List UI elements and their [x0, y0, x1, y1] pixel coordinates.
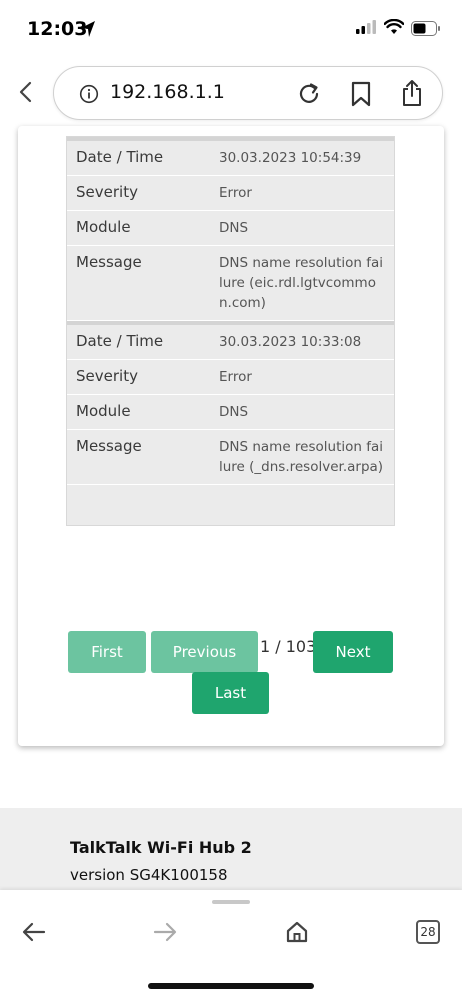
event-log-table: Date / Time 30.03.2023 10:54:39 Severity… — [66, 136, 395, 526]
log-value: 30.03.2023 10:54:39 — [219, 150, 362, 166]
log-value: DNS — [219, 220, 249, 236]
log-key: Date / Time — [76, 332, 164, 350]
log-card: Date / Time 30.03.2023 10:54:39 Severity… — [18, 126, 444, 746]
log-value: Error — [219, 185, 252, 201]
status-bar: 12:03 — [0, 0, 462, 60]
log-row-module: Module DNS — [67, 211, 394, 246]
previous-page-button[interactable]: Previous — [151, 631, 258, 673]
log-key: Date / Time — [76, 148, 164, 166]
log-row-datetime: Date / Time 30.03.2023 10:54:39 — [67, 141, 394, 176]
back-chevron-icon[interactable] — [16, 81, 36, 103]
reload-icon[interactable] — [296, 81, 322, 107]
toolbar-grabber[interactable] — [212, 900, 250, 904]
first-page-button[interactable]: First — [68, 631, 146, 673]
log-row-message: Message DNS name resolution failure (eic… — [67, 246, 394, 321]
log-value: Error — [219, 369, 252, 385]
share-icon[interactable] — [400, 79, 424, 107]
log-key: Severity — [76, 367, 138, 385]
firmware-version: version SG4K100158 — [70, 866, 228, 884]
log-row-datetime: Date / Time 30.03.2023 10:33:08 — [67, 325, 394, 360]
product-name: TalkTalk Wi-Fi Hub 2 — [70, 838, 252, 857]
log-value: DNS — [219, 404, 249, 420]
page-footer: TalkTalk Wi-Fi Hub 2 version SG4K100158 — [0, 808, 462, 898]
back-arrow-icon[interactable] — [22, 922, 46, 942]
cellular-signal-icon — [356, 20, 376, 34]
bookmark-icon[interactable] — [349, 81, 373, 107]
log-value: DNS name resolution failure (eic.rdl.lgt… — [219, 255, 384, 311]
log-value: 30.03.2023 10:33:08 — [219, 334, 362, 350]
log-key: Message — [76, 437, 142, 455]
log-value: DNS name resolution failure (_dns.resolv… — [219, 439, 384, 475]
log-row-severity: Severity Error — [67, 360, 394, 395]
tabs-count-button[interactable]: 28 — [416, 920, 440, 944]
battery-icon — [411, 21, 440, 36]
address-bar[interactable]: 192.168.1.1 — [53, 66, 443, 120]
browser-toolbar: 28 — [0, 890, 462, 999]
status-time: 12:03 — [27, 18, 88, 40]
url-text[interactable]: 192.168.1.1 — [110, 81, 225, 103]
table-spacer — [67, 485, 394, 525]
log-key: Severity — [76, 183, 138, 201]
log-row-module: Module DNS — [67, 395, 394, 430]
home-indicator — [148, 983, 314, 989]
log-key: Module — [76, 218, 131, 236]
last-page-button[interactable]: Last — [192, 672, 269, 714]
next-page-button[interactable]: Next — [313, 631, 393, 673]
log-key: Module — [76, 402, 131, 420]
log-row-message: Message DNS name resolution failure (_dn… — [67, 430, 394, 485]
browser-address-row: 192.168.1.1 — [0, 62, 462, 122]
wifi-icon — [384, 19, 404, 34]
page-indicator: 1 / 103 — [260, 637, 317, 656]
location-arrow-icon — [81, 21, 95, 37]
log-key: Message — [76, 253, 142, 271]
forward-arrow-icon[interactable] — [153, 922, 177, 942]
info-icon[interactable] — [79, 84, 99, 104]
home-icon[interactable] — [285, 920, 309, 944]
log-row-severity: Severity Error — [67, 176, 394, 211]
